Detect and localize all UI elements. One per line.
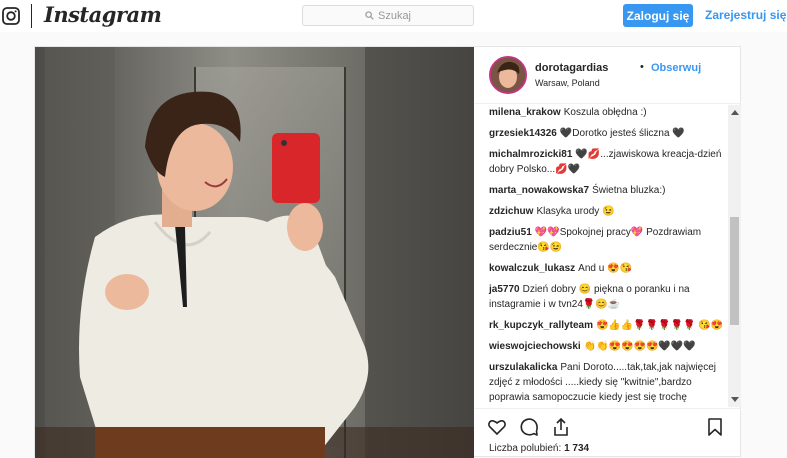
comment-item: padziu51 💖💖Spokojnej pracy💖 Pozdrawiam se… [489,225,729,255]
login-button[interactable]: Zaloguj się [623,4,693,27]
comment-text: 👏👏😍😍😍😍🖤🖤🖤 [583,341,696,352]
comment-username[interactable]: michalmrozicki81 [489,149,572,160]
comment-username[interactable]: kowalczuk_lukasz [489,263,575,274]
elevator-selfie-image [35,47,474,458]
comment-text: Świetna bluzka:) [592,185,666,196]
comment-item: urszulakalicka Pani Doroto.....tak,tak,ja… [489,360,729,407]
comment-username[interactable]: wieswojciechowski [489,341,581,352]
post-photo[interactable] [35,47,474,458]
comment-text: 🖤Dorotko jesteś śliczna 🖤 [559,128,685,139]
share-icon[interactable] [551,417,571,437]
comments-list[interactable]: milena_krakow Koszula obłędna :) grzesiek1… [475,105,741,407]
avatar[interactable] [489,56,527,94]
heart-icon[interactable] [487,417,507,437]
comments-scrollbar[interactable] [728,105,741,407]
comment-text: Klasyka urody 😉 [536,206,615,217]
comment-username[interactable]: marta_nowakowska7 [489,185,589,196]
comment-item: milena_krakow Koszula obłędna :) [489,105,729,120]
bookmark-icon[interactable] [705,417,725,437]
post-username[interactable]: dorotagardias [535,62,608,74]
register-link[interactable]: Zarejestruj się [705,8,786,22]
top-navigation-bar: Instagram Szukaj Zaloguj się Zarejestruj… [0,0,787,32]
comment-username[interactable]: zdzichuw [489,206,533,217]
comment-item: grzesiek14326 🖤Dorotko jesteś śliczna 🖤 [489,126,729,141]
likes-label: Liczba polubień: [489,443,562,454]
comment-icon[interactable] [519,417,539,437]
comment-username[interactable]: ja5770 [489,284,520,295]
logo-divider [31,4,32,28]
comment-item: marta_nowakowska7 Świetna bluzka:) [489,183,729,198]
likes-number: 1 734 [564,443,590,454]
comment-username[interactable]: padziu51 [489,227,532,238]
scroll-down-arrow-icon[interactable] [731,397,739,402]
separator-dot: • [640,61,644,73]
comments-container: milena_krakow Koszula obłędna :) grzesiek1… [489,105,729,407]
comment-text: And u 😍😘 [578,263,632,274]
likes-count[interactable]: Liczba polubień: 1 734 [489,443,589,454]
comment-item: michalmrozicki81 🖤💋...zjawiskowa kreacja-… [489,147,729,177]
follow-button[interactable]: Obserwuj [651,62,701,74]
comment-item: zdzichuw Klasyka urody 😉 [489,204,729,219]
post-header: dorotagardias • Obserwuj Warsaw, Poland [475,47,741,104]
post-location[interactable]: Warsaw, Poland [535,78,600,88]
scroll-up-arrow-icon[interactable] [731,110,739,115]
post-actions-bar [475,408,741,438]
comment-item: rk_kupczyk_rallyteam 😍👍👍🌹🌹🌹🌹🌹 😘😍 [489,318,729,333]
comment-item: ja5770 Dzień dobry 😊 piękna o poranku i n… [489,282,729,312]
comment-username[interactable]: urszulakalicka [489,362,557,373]
search-icon [365,11,374,20]
search-placeholder: Szukaj [377,9,412,22]
post-card: dorotagardias • Obserwuj Warsaw, Poland … [34,46,741,458]
instagram-wordmark[interactable]: Instagram [44,2,162,27]
comment-username[interactable]: grzesiek14326 [489,128,557,139]
comment-username[interactable]: milena_krakow [489,107,561,118]
comment-text: Koszula obłędna :) [563,107,647,118]
instagram-camera-icon[interactable] [2,7,20,25]
search-input[interactable]: Szukaj [302,5,474,26]
comment-item: wieswojciechowski 👏👏😍😍😍😍🖤🖤🖤 [489,339,729,354]
comment-item: kowalczuk_lukasz And u 😍😘 [489,261,729,276]
scrollbar-thumb[interactable] [730,217,739,325]
post-sidebar: dorotagardias • Obserwuj Warsaw, Poland … [475,47,741,458]
comment-text: 😍👍👍🌹🌹🌹🌹🌹 😘😍 [595,320,724,331]
comment-username[interactable]: rk_kupczyk_rallyteam [489,320,593,331]
